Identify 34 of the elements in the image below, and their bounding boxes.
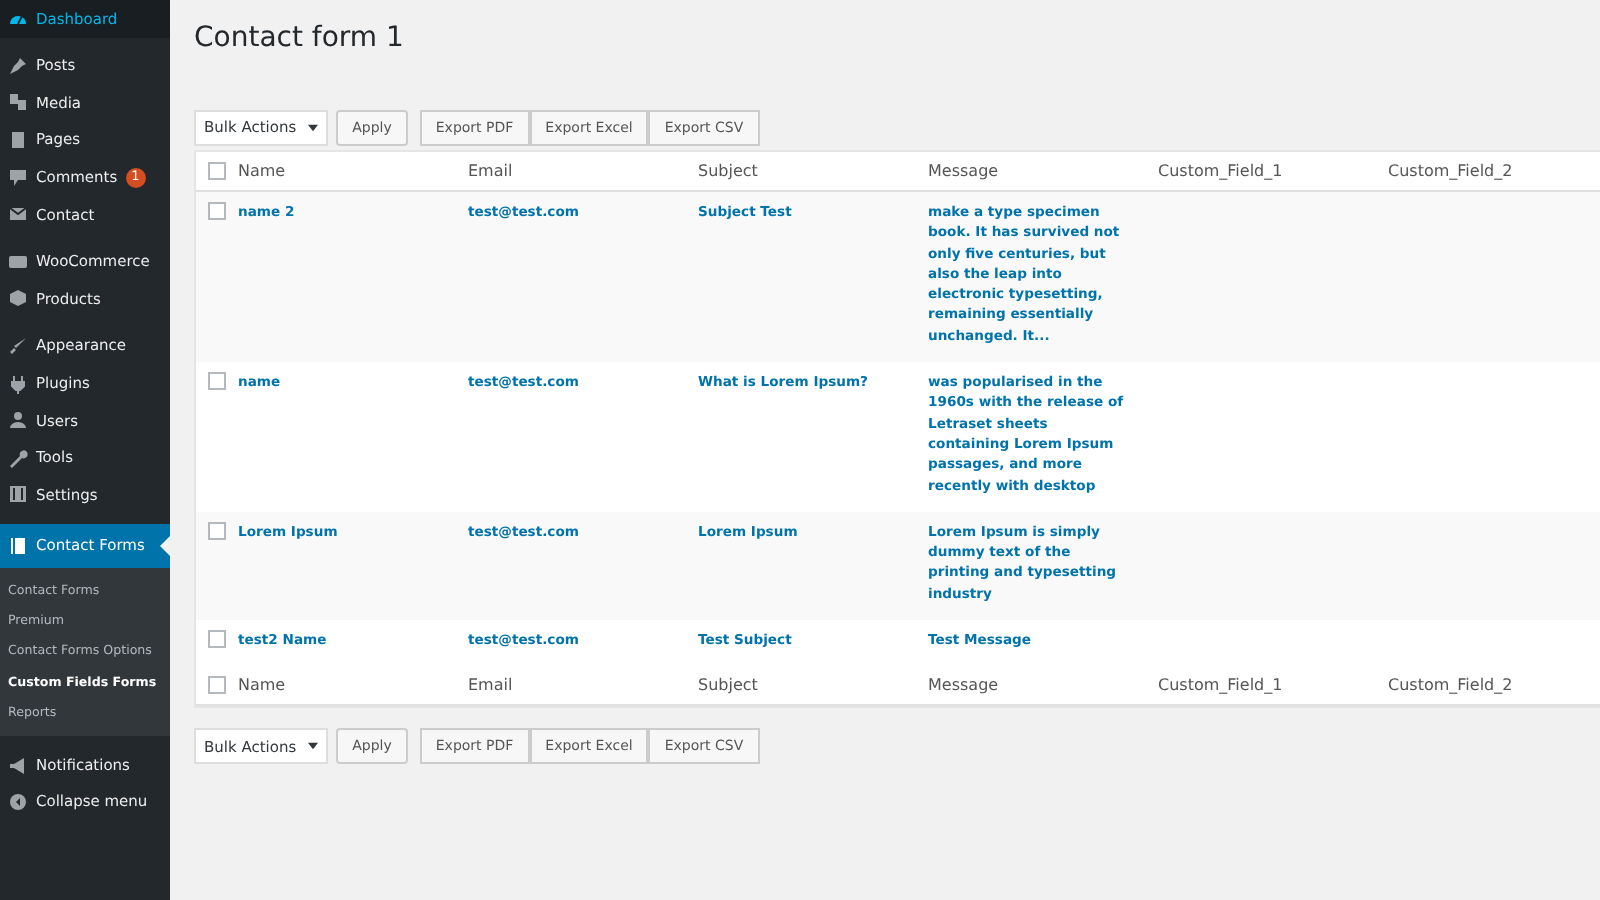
caret-icon (308, 124, 319, 132)
media-icon (8, 92, 28, 113)
row-checkbox[interactable] (208, 630, 226, 649)
box-icon (8, 288, 28, 309)
select-all-checkbox[interactable] (208, 162, 226, 180)
wrench-icon (8, 447, 28, 468)
pin-icon (8, 55, 28, 76)
column-header: Subject (698, 673, 760, 698)
megaphone-icon (8, 755, 28, 775)
plug-icon (8, 373, 28, 394)
column-header: Email (468, 673, 515, 698)
column-header: Email (468, 159, 515, 183)
row-checkbox[interactable] (208, 202, 226, 220)
column-header: Custom_Field_2 (1388, 159, 1515, 183)
column-header: Subject (698, 159, 760, 183)
column-header: Custom_Field_1 (1158, 159, 1285, 183)
select-all-checkbox[interactable] (208, 676, 226, 695)
collapse-icon (8, 792, 28, 813)
column-header: Custom_Field_1 (1158, 673, 1285, 698)
brush-icon (8, 336, 28, 357)
column-header: Message (928, 673, 1001, 698)
row-checkbox[interactable] (208, 372, 226, 391)
speech-bubble-icon (8, 167, 28, 188)
column-header: Custom_Field_2 (1388, 673, 1515, 698)
book-icon (8, 535, 28, 556)
page-title: Contact form 1 (194, 20, 406, 58)
row-checkbox[interactable] (208, 521, 226, 540)
person-icon (8, 410, 28, 431)
envelope-icon (8, 204, 28, 225)
caret-icon (308, 742, 319, 751)
column-header: Message (928, 159, 1001, 183)
column-header: Name (238, 673, 288, 698)
column-header: Name (238, 159, 288, 183)
pages-icon (8, 130, 28, 151)
